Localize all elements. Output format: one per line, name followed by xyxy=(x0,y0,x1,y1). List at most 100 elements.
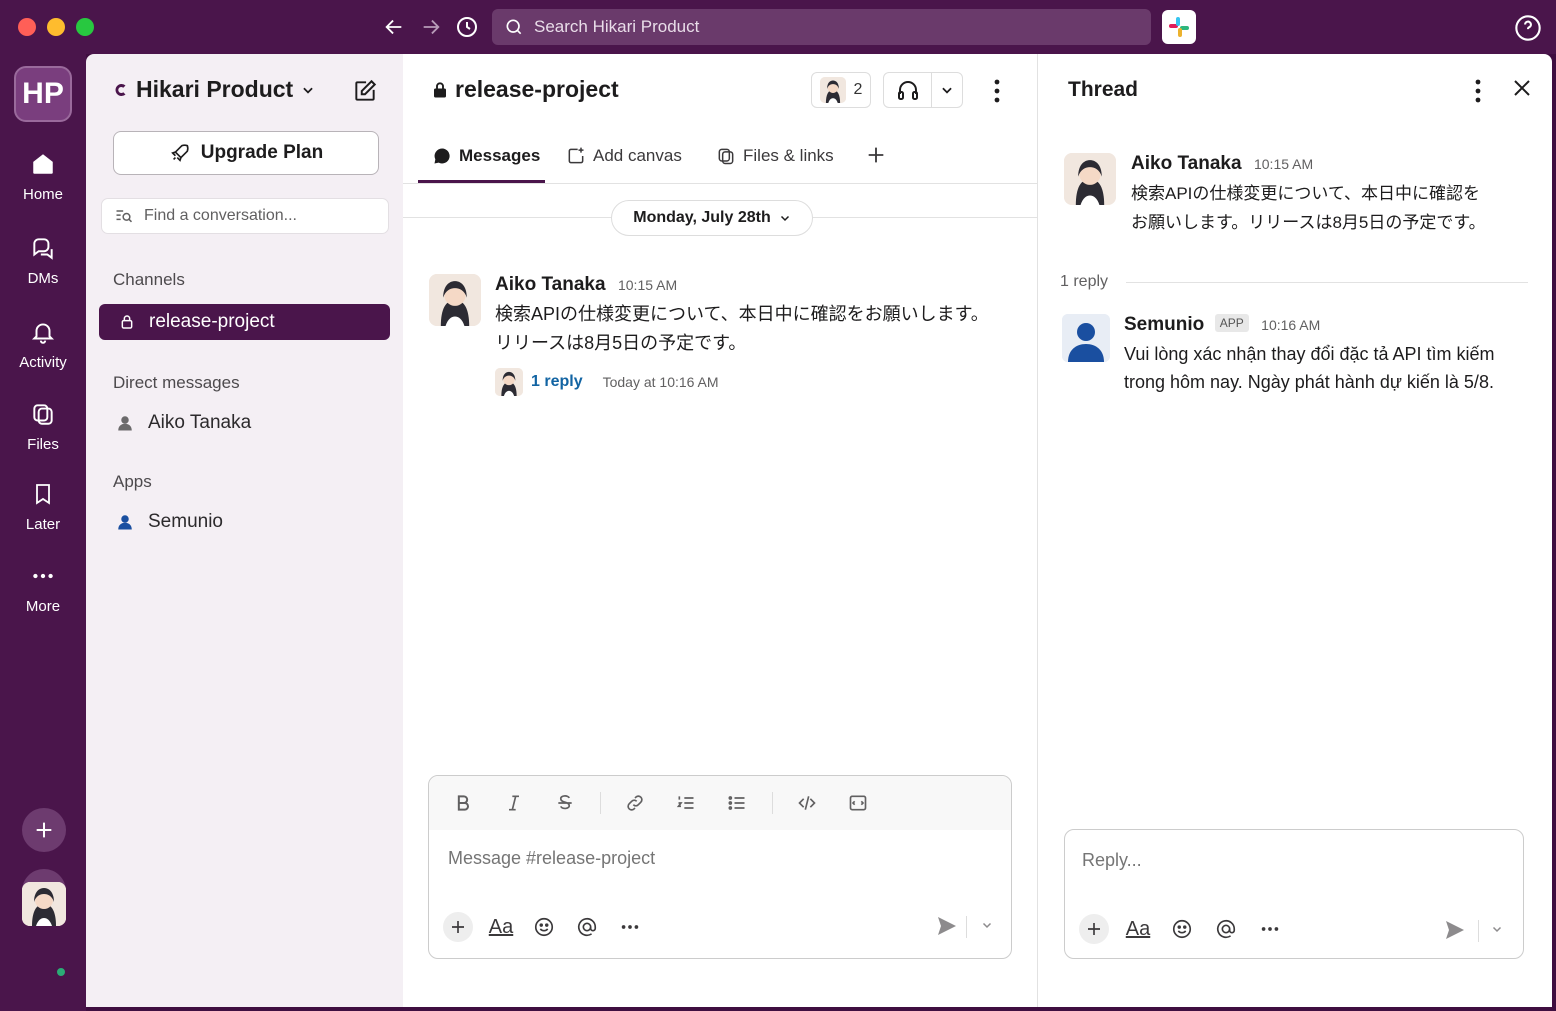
reply-input[interactable] xyxy=(1082,850,1502,871)
thread-replies-bar[interactable]: 1 reply Today at 10:16 AM xyxy=(495,368,1025,396)
channel-tabs: Messages Add canvas Files & links xyxy=(403,134,1037,184)
apps-header[interactable]: Apps xyxy=(113,472,152,492)
date-divider-pill[interactable]: Monday, July 28th xyxy=(611,200,813,236)
bulleted-list-icon[interactable] xyxy=(721,787,753,819)
tab-messages[interactable]: Messages xyxy=(432,146,540,166)
tab-files-links[interactable]: Files & links xyxy=(716,146,834,166)
members-button[interactable]: 2 xyxy=(811,72,871,108)
message-body: Semunio APP 10:16 AM Vui lòng xác nhận t… xyxy=(1124,314,1534,396)
sidebar-item-release-project[interactable]: release-project xyxy=(99,304,390,340)
numbered-list-icon[interactable] xyxy=(670,787,702,819)
member-avatar xyxy=(819,77,846,103)
tab-add-canvas[interactable]: Add canvas xyxy=(566,146,682,166)
add-tab-button[interactable] xyxy=(865,144,894,166)
emoji-icon[interactable] xyxy=(529,912,559,942)
composer-actions: Aa xyxy=(1079,914,1299,944)
send-options-chevron-icon[interactable] xyxy=(981,918,993,936)
channel-pane: release-project 2 Messages Add canvas Fi… xyxy=(403,54,1037,1007)
message-author[interactable]: Aiko Tanaka xyxy=(1131,153,1242,174)
text-format-icon[interactable]: Aa xyxy=(1123,914,1153,944)
chevron-down-icon[interactable] xyxy=(932,83,962,97)
rail-item-more[interactable]: More xyxy=(0,558,86,615)
more-actions-icon[interactable] xyxy=(615,912,645,942)
attach-plus-icon[interactable] xyxy=(1079,914,1109,944)
forward-arrow-icon[interactable] xyxy=(416,12,446,42)
maximize-window-button[interactable] xyxy=(76,18,94,36)
history-clock-icon[interactable] xyxy=(452,12,482,42)
find-placeholder: Find a conversation... xyxy=(144,207,297,224)
channels-header[interactable]: Channels xyxy=(113,270,185,290)
search-bar[interactable]: Search Hikari Product xyxy=(492,9,1151,45)
compose-icon[interactable] xyxy=(352,78,378,104)
channel-menu-kebab-icon[interactable] xyxy=(985,76,1009,106)
rail-label-home: Home xyxy=(22,186,63,203)
avatar[interactable] xyxy=(1064,153,1116,205)
message-text-line: 検索APIの仕様変更について、本日中に確認をお願いします。 xyxy=(495,304,989,324)
rail-item-activity[interactable]: Activity xyxy=(0,314,86,371)
mention-icon[interactable] xyxy=(1211,914,1241,944)
back-arrow-icon[interactable] xyxy=(379,12,409,42)
italic-icon[interactable] xyxy=(498,787,530,819)
send-icon[interactable] xyxy=(1443,918,1467,947)
upgrade-plan-button[interactable]: Upgrade Plan xyxy=(113,131,379,175)
link-icon[interactable] xyxy=(619,787,651,819)
reply-count-link[interactable]: 1 reply xyxy=(531,373,583,391)
workspace-logo-icon xyxy=(115,83,126,96)
add-workspace-button[interactable] xyxy=(22,808,66,852)
message-time[interactable]: 10:16 AM xyxy=(1261,317,1320,333)
message-time[interactable]: 10:15 AM xyxy=(618,277,677,293)
rail-item-home[interactable]: Home xyxy=(0,146,86,203)
message-text: 検索APIの仕様変更について、本日中に確認をお願いします。 リリースは8月5日の… xyxy=(495,300,1025,358)
more-actions-icon[interactable] xyxy=(1255,914,1285,944)
composer-actions: Aa xyxy=(443,912,658,942)
close-window-button[interactable] xyxy=(18,18,36,36)
member-count: 2 xyxy=(853,81,863,98)
message-text-line: お願いします。リリースは8月5日の予定です。 xyxy=(1131,213,1486,232)
send-separator xyxy=(966,916,967,938)
message-author[interactable]: Semunio xyxy=(1124,314,1204,335)
rail-label-more: More xyxy=(25,598,61,615)
search-icon xyxy=(506,19,522,35)
huddle-button[interactable] xyxy=(883,72,963,108)
bold-icon[interactable] xyxy=(447,787,479,819)
text-format-icon[interactable]: Aa xyxy=(486,912,516,942)
bot-avatar[interactable] xyxy=(1062,314,1110,362)
code-icon[interactable] xyxy=(791,787,823,819)
toolbar-separator xyxy=(600,792,601,814)
send-options-chevron-icon[interactable] xyxy=(1491,922,1503,940)
help-icon[interactable] xyxy=(1514,14,1542,42)
workspace-menu[interactable]: Hikari Product xyxy=(112,76,315,103)
attach-plus-icon[interactable] xyxy=(443,912,473,942)
plus-icon xyxy=(868,147,884,163)
slack-app-icon[interactable] xyxy=(1162,10,1196,44)
rail-item-later[interactable]: Later xyxy=(0,476,86,533)
tab-messages-label: Messages xyxy=(459,146,541,165)
workspace-switcher[interactable]: HP xyxy=(14,66,72,122)
title-bar: Search Hikari Product xyxy=(0,0,1556,54)
dm-name: Aiko Tanaka xyxy=(148,412,252,433)
sidebar-item-semunio[interactable]: Semunio xyxy=(116,511,223,533)
code-block-icon[interactable] xyxy=(842,787,874,819)
sidebar-item-aiko-tanaka[interactable]: Aiko Tanaka xyxy=(116,412,251,434)
rail-item-dms[interactable]: DMs xyxy=(0,230,86,287)
close-icon[interactable] xyxy=(1510,76,1536,104)
headphones-icon[interactable] xyxy=(884,73,932,107)
lock-icon xyxy=(121,315,133,329)
send-icon[interactable] xyxy=(935,914,959,943)
message-time[interactable]: 10:15 AM xyxy=(1254,156,1313,172)
message-composer: Aa xyxy=(428,775,1012,959)
message-input[interactable] xyxy=(448,848,988,869)
minimize-window-button[interactable] xyxy=(47,18,65,36)
strikethrough-icon[interactable] xyxy=(549,787,581,819)
thread-menu-kebab-icon[interactable] xyxy=(1466,76,1490,106)
message-author[interactable]: Aiko Tanaka xyxy=(495,274,606,295)
find-conversation-input[interactable]: Find a conversation... xyxy=(101,198,389,234)
emoji-icon[interactable] xyxy=(1167,914,1197,944)
mention-icon[interactable] xyxy=(572,912,602,942)
user-avatar[interactable] xyxy=(22,882,66,926)
rail-item-files[interactable]: Files xyxy=(0,396,86,453)
more-dots-icon xyxy=(25,558,61,594)
channel-title[interactable]: release-project xyxy=(431,76,619,103)
direct-messages-header[interactable]: Direct messages xyxy=(113,373,240,393)
avatar[interactable] xyxy=(429,274,481,326)
